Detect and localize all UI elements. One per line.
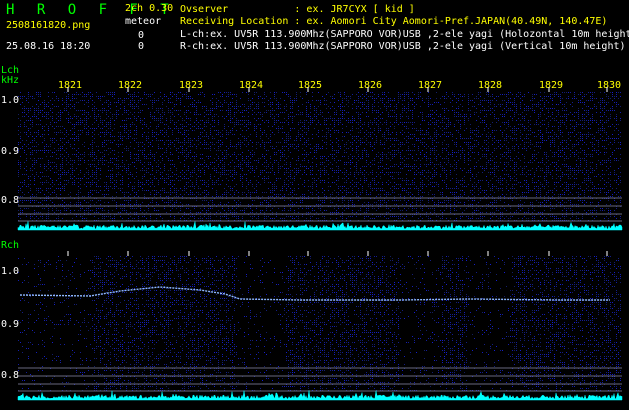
spectrogram	[17, 87, 623, 401]
lch-panel	[17, 92, 623, 231]
rch-reference-lines	[18, 367, 622, 392]
rch-noise-floor	[17, 390, 623, 401]
lch-noise-floor	[17, 221, 623, 231]
rch-noise	[18, 256, 621, 391]
rch-tick-marks	[67, 251, 608, 256]
lch-reference-lines	[18, 197, 622, 222]
lch-tick-marks	[67, 87, 608, 92]
lch-noise	[18, 92, 621, 221]
rch-panel	[17, 256, 623, 401]
